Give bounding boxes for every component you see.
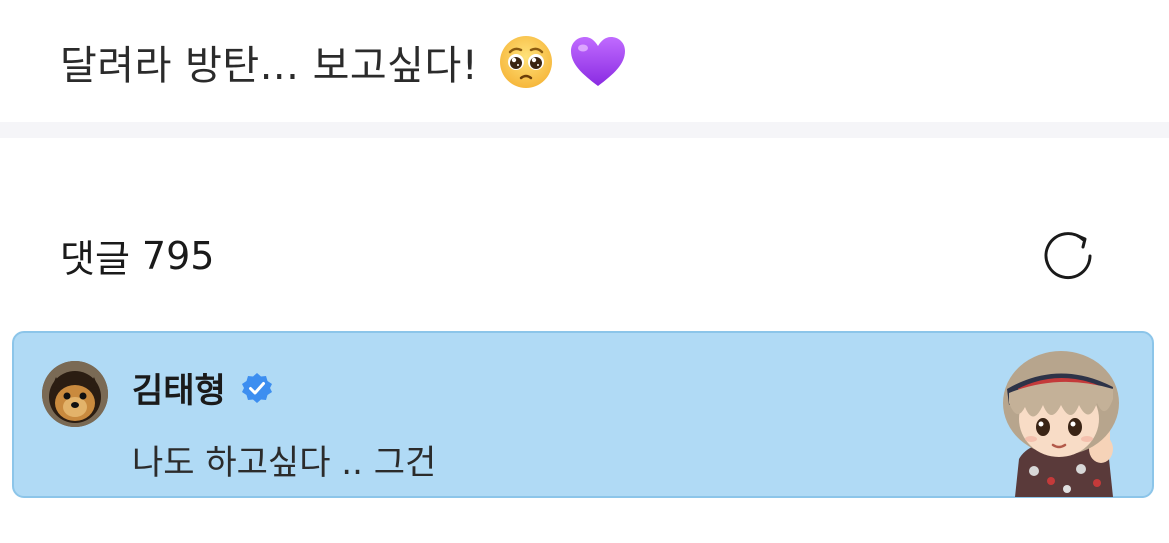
purple-heart-emoji	[568, 34, 628, 90]
dog-avatar[interactable]	[42, 361, 108, 427]
comment-text: 나도 하고싶다 .. 그건	[132, 443, 437, 483]
comments-label: 댓글	[60, 237, 130, 281]
pleading-face-emoji	[498, 34, 554, 90]
refresh-button[interactable]	[1038, 226, 1098, 286]
comments-header: 댓글 795	[60, 228, 214, 283]
comment-card[interactable]: 김태형 나도 하고싶다 .. 그건	[12, 331, 1154, 498]
comments-count: 795	[141, 233, 215, 278]
author-name: 김태형	[132, 371, 226, 411]
comment-author[interactable]: 김태형	[132, 363, 274, 412]
post-text-content: 달려라 방탄... 보고싶다!	[60, 43, 479, 89]
page: 달려라 방탄... 보고싶다! 댓글 795 김태형 나도 하고싶다 .. 그건	[0, 0, 1169, 543]
refresh-icon	[1044, 232, 1092, 280]
section-divider	[0, 122, 1169, 138]
character-sticker	[989, 341, 1139, 497]
verified-badge-icon	[240, 371, 274, 405]
post-text: 달려라 방탄... 보고싶다!	[60, 30, 628, 94]
